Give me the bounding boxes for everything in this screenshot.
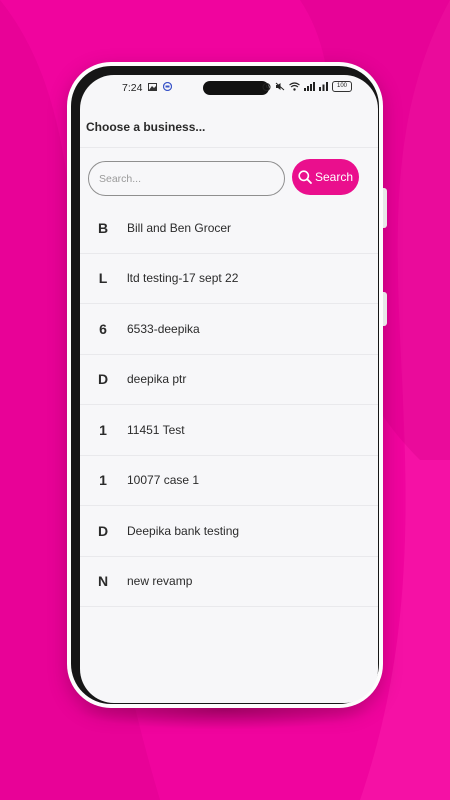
- business-name: Bill and Ben Grocer: [127, 220, 232, 235]
- business-name: 11451 Test: [127, 422, 185, 437]
- search-icon: [298, 170, 312, 184]
- phone-frame: 7:24 100 Choose a business... Search... …: [67, 62, 387, 708]
- list-item[interactable]: 1 11451 Test: [80, 405, 378, 456]
- business-name: deepika ptr: [127, 372, 187, 387]
- battery-icon: 100: [332, 81, 352, 92]
- page-title: Choose a business...: [86, 120, 206, 134]
- signal-2-icon: [319, 82, 328, 91]
- list-item[interactable]: 1 10077 case 1: [80, 456, 378, 506]
- business-name: ltd testing-17 sept 22: [127, 271, 239, 286]
- business-name: 6533-deepika: [127, 321, 200, 336]
- app-icon: [163, 82, 172, 91]
- phone-bezel: 7:24 100 Choose a business... Search... …: [71, 66, 379, 704]
- signal-icon: [304, 82, 315, 91]
- mute-icon: [275, 82, 285, 91]
- status-time: 7:24: [122, 82, 143, 94]
- image-icon: [148, 82, 157, 91]
- business-initial: 6: [99, 320, 107, 337]
- business-name: new revamp: [127, 574, 193, 589]
- business-name: 10077 case 1: [127, 473, 200, 488]
- app-screen: 7:24 100 Choose a business... Search... …: [80, 75, 378, 703]
- status-bar: 7:24 100: [80, 75, 378, 101]
- business-initial: D: [97, 371, 109, 388]
- wifi-icon: [289, 82, 300, 91]
- list-item[interactable]: 6 6533-deepika: [80, 304, 378, 355]
- alarm-icon: [262, 82, 271, 91]
- search-input[interactable]: [88, 161, 285, 196]
- business-initial: 1: [99, 472, 107, 489]
- list-item[interactable]: D Deepika bank testing: [80, 506, 378, 557]
- volume-button: [383, 188, 387, 228]
- business-initial: B: [97, 219, 109, 236]
- business-name: Deepika bank testing: [127, 523, 240, 538]
- list-item[interactable]: D deepika ptr: [80, 355, 378, 405]
- business-initial: D: [97, 522, 109, 539]
- camera-notch: [203, 81, 269, 95]
- search-button-label: Search: [314, 170, 353, 184]
- business-initial: 1: [99, 421, 107, 438]
- business-initial: N: [97, 573, 109, 590]
- page-header: Choose a business...: [80, 111, 378, 148]
- business-list: B Bill and Ben Grocer L ltd testing-17 s…: [80, 203, 378, 607]
- list-item[interactable]: N new revamp: [80, 557, 378, 607]
- search-button[interactable]: Search: [292, 159, 359, 195]
- list-item[interactable]: L ltd testing-17 sept 22: [80, 254, 378, 304]
- business-initial: L: [98, 270, 108, 287]
- list-item[interactable]: B Bill and Ben Grocer: [80, 203, 378, 254]
- power-button: [383, 292, 387, 326]
